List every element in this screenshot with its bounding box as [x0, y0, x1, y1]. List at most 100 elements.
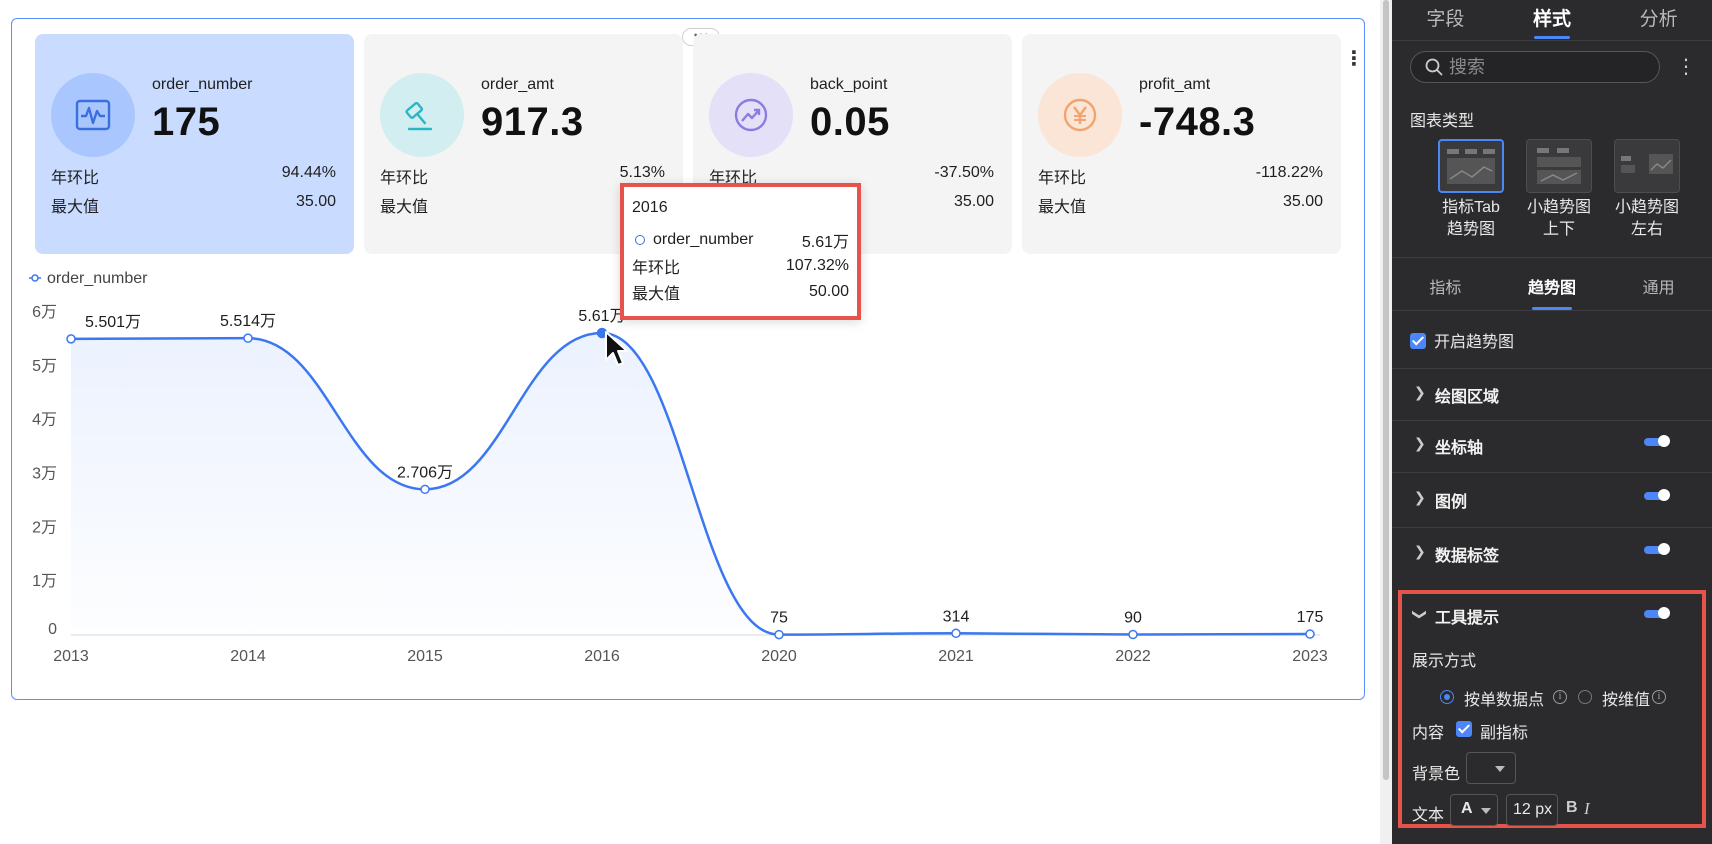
tab-trend[interactable]: 趋势图: [1499, 266, 1606, 310]
chevron-right-icon: ❯: [1414, 384, 1426, 400]
legend-label: order_number: [47, 270, 148, 287]
dashboard-canvas: ⋮ order_number 175 年环比 94.44% 最大值 35.00 or…: [0, 0, 1392, 844]
display-mode-label: 展示方式: [1412, 653, 1477, 670]
x-tick-label: 2015: [407, 648, 443, 665]
chevron-down-icon[interactable]: ❯: [1411, 609, 1428, 621]
series-dot-icon: [635, 235, 645, 245]
chart-type-label: 指标Tab 趋势图: [1442, 199, 1500, 238]
info-icon[interactable]: i: [1652, 690, 1666, 704]
mouse-cursor-icon: [605, 331, 628, 366]
tooltip-series-name: order_number: [653, 231, 754, 248]
bold-button[interactable]: B: [1566, 799, 1578, 817]
font-color-glyph: A: [1461, 800, 1473, 817]
chevron-right-icon: ❯: [1414, 435, 1426, 451]
bg-color-label: 背景色: [1412, 766, 1461, 783]
italic-button[interactable]: I: [1584, 799, 1590, 819]
chart-type-small-trend-horizontal[interactable]: 小趋势图 左右: [1614, 139, 1680, 241]
bg-color-picker[interactable]: [1466, 752, 1516, 784]
panel-more-button[interactable]: ⋮: [1676, 54, 1696, 80]
divider: [1392, 257, 1712, 258]
data-point: [951, 628, 961, 639]
section-title: 图例: [1435, 494, 1468, 511]
content-label: 内容: [1412, 725, 1445, 742]
section-tooltip: ❯ 工具提示 展示方式 按单数据点 i 按维值 i 内容 副指标 背景色 文本 …: [1398, 590, 1706, 828]
chevron-right-icon: ❯: [1414, 543, 1426, 559]
data-label-toggle[interactable]: [1644, 543, 1670, 555]
style-settings-panel: 字段 样式 分析 ⋮ 图表类型 指标Tab趋势图 小趋势图上下 小趋势图左右 指…: [1392, 0, 1712, 844]
data-label: 5.61万: [578, 308, 625, 325]
canvas-scrollbar-thumb[interactable]: [1383, 0, 1389, 780]
y-tick-label: 0: [48, 621, 57, 638]
y-tick-label: 2万: [32, 519, 57, 536]
chevron-right-icon: ❯: [1414, 489, 1426, 505]
sub-metric-label[interactable]: 副指标: [1480, 719, 1528, 743]
chart-type-indicator-tab-trend[interactable]: 指标Tab 趋势图: [1438, 139, 1504, 241]
x-tick-label: 2020: [761, 648, 797, 665]
tab-indicator[interactable]: 指标: [1392, 266, 1499, 310]
data-label: 90: [1124, 610, 1142, 627]
tab-style[interactable]: 样式: [1499, 0, 1606, 40]
y-tick-label: 1万: [32, 573, 57, 590]
divider: [1392, 310, 1712, 311]
y-tick-label: 6万: [32, 304, 57, 321]
checkbox-checked-icon: [1410, 333, 1426, 349]
data-label: 5.501万: [85, 314, 141, 331]
tooltip-max-value: 50.00: [808, 283, 849, 300]
font-size-input[interactable]: 12 px: [1506, 794, 1558, 826]
x-tick-label: 2014: [230, 648, 266, 665]
data-point: [1305, 629, 1315, 639]
legend-toggle[interactable]: [1644, 489, 1670, 501]
chart-type-label: 小趋势图 上下: [1526, 199, 1591, 238]
tab-analysis[interactable]: 分析: [1605, 0, 1712, 40]
data-point: [1128, 629, 1138, 640]
radio-single-point[interactable]: [1440, 690, 1454, 704]
chart-type-label: 小趋势图 左右: [1614, 199, 1679, 238]
y-tick-label: 3万: [32, 466, 57, 483]
tooltip-title: 2016: [632, 199, 668, 216]
enable-trend-label: 开启趋势图: [1434, 334, 1515, 351]
data-point: [774, 629, 784, 640]
tooltip-yoy-row: 年环比 107.32%: [632, 253, 849, 279]
search-input[interactable]: [1449, 56, 1649, 78]
data-label: 175: [1297, 609, 1324, 626]
section-axis[interactable]: ❯ 坐标轴: [1392, 420, 1712, 470]
font-color-picker[interactable]: A: [1450, 794, 1498, 826]
data-point: [66, 334, 76, 344]
x-tick-label: 2022: [1115, 648, 1151, 665]
data-point: [243, 333, 253, 343]
section-title[interactable]: 工具提示: [1435, 604, 1499, 628]
section-title: 绘图区域: [1435, 389, 1500, 406]
info-icon[interactable]: i: [1553, 690, 1567, 704]
tooltip-toggle[interactable]: [1644, 607, 1670, 619]
legend-marker: [31, 274, 39, 282]
sub-metric-checkbox[interactable]: [1456, 721, 1472, 737]
tooltip-series-value: 5.61万: [801, 234, 849, 251]
chart-type-title: 图表类型: [1410, 113, 1475, 130]
trend-chart: 0 1万 2万 3万 4万 5万 6万 2013 2014 2015 2016 2020 2021 202…: [29, 270, 1328, 665]
section-plot-area[interactable]: ❯ 绘图区域: [1392, 369, 1712, 419]
divider: [1392, 40, 1712, 41]
data-label: 314: [943, 608, 970, 625]
panel-top-tabs: 字段 样式 分析: [1392, 0, 1712, 40]
caret-down-icon: [1495, 766, 1505, 772]
search-box[interactable]: [1410, 51, 1660, 83]
y-tick-label: 4万: [32, 412, 57, 429]
axis-toggle[interactable]: [1644, 435, 1670, 447]
text-label: 文本: [1412, 807, 1445, 824]
data-label: 2.706万: [397, 464, 453, 481]
radio-single-point-label[interactable]: 按单数据点: [1464, 686, 1544, 710]
chart-type-thumbnail: [1526, 139, 1592, 193]
tab-general[interactable]: 通用: [1605, 266, 1712, 310]
section-title: 坐标轴: [1435, 440, 1484, 457]
data-label: 75: [770, 610, 788, 627]
radio-dimension-value[interactable]: [1578, 690, 1592, 704]
x-tick-label: 2016: [584, 648, 620, 665]
divider: [1392, 472, 1712, 473]
section-legend[interactable]: ❯ 图例: [1392, 474, 1712, 524]
enable-trend-checkbox[interactable]: 开启趋势图: [1410, 328, 1514, 352]
chart-type-small-trend-vertical[interactable]: 小趋势图 上下: [1526, 139, 1592, 241]
section-data-label[interactable]: ❯ 数据标签: [1392, 528, 1712, 578]
radio-dimension-value-label[interactable]: 按维值: [1602, 686, 1650, 710]
tooltip-yoy-value: 107.32%: [785, 257, 849, 274]
tab-fields[interactable]: 字段: [1392, 0, 1499, 40]
